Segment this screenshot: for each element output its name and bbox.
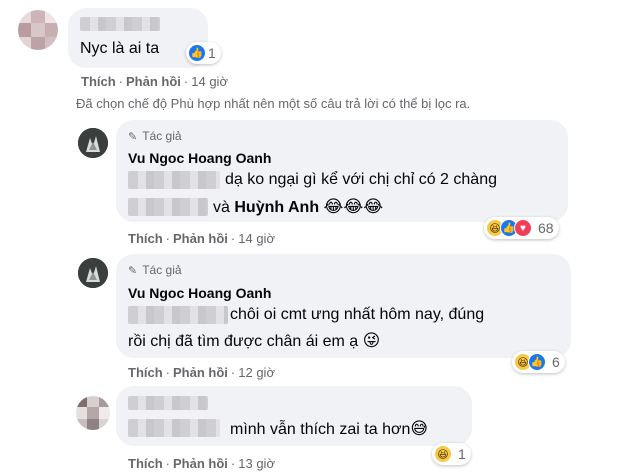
avatar[interactable] xyxy=(76,396,110,430)
timestamp[interactable]: 13 giờ xyxy=(238,456,275,471)
pencil-icon: ✎ xyxy=(128,264,138,277)
like-button[interactable]: Thích xyxy=(128,365,163,380)
reply-actions: Thích · Phản hồi · 14 giờ xyxy=(128,231,275,246)
love-reaction-icon: ♥ xyxy=(514,219,532,237)
timestamp[interactable]: 12 giờ xyxy=(238,365,275,380)
reply-actions: Thích · Phản hồi · 13 giờ xyxy=(128,456,275,471)
like-reaction-icon: 👍 xyxy=(188,44,206,62)
reply-text-line2: và Huỳnh Anh 😂😂😂 xyxy=(213,197,383,218)
reaction-count: 6 xyxy=(552,354,560,370)
reply-button[interactable]: Phản hồi xyxy=(173,231,228,246)
reply-text-line2: rồi chị đã tìm được chân ái em ạ 😜 xyxy=(128,331,380,352)
reply-text-body: rồi chị đã tìm được chân ái em ạ xyxy=(128,333,359,350)
haha-reaction-icon: 😆 xyxy=(434,445,452,463)
reaction-summary[interactable]: 😆 1 xyxy=(432,443,471,465)
reply-text: mình vẫn thích zai ta hơn😅 xyxy=(230,419,428,440)
timestamp[interactable]: 14 giờ xyxy=(191,74,228,89)
reply-button[interactable]: Phản hồi xyxy=(173,456,228,471)
like-button[interactable]: Thích xyxy=(128,231,163,246)
author-avatar[interactable] xyxy=(78,128,108,158)
like-button[interactable]: Thích xyxy=(81,74,116,89)
redacted-mention xyxy=(128,198,208,216)
redacted-mention xyxy=(128,171,220,189)
reply-text-line1: dạ ko ngại gì kể với chị chỉ có 2 chàng xyxy=(225,171,497,188)
author-avatar[interactable] xyxy=(78,258,108,288)
reaction-summary[interactable]: 😆 👍 6 xyxy=(512,351,565,373)
like-button[interactable]: Thích xyxy=(128,456,163,471)
redacted-mention xyxy=(128,419,220,437)
reaction-count: 1 xyxy=(458,446,466,462)
sweat-smile-emoji-icon: 😅 xyxy=(410,419,429,438)
author-name[interactable]: Vu Ngoc Hoang Oanh xyxy=(128,150,271,166)
reply-button[interactable]: Phản hồi xyxy=(173,365,228,380)
comment-actions: Thích · Phản hồi · 14 giờ xyxy=(81,74,228,89)
reply-text-body: mình vẫn thích zai ta hơn xyxy=(230,421,411,438)
winking-tongue-emoji-icon: 😜 xyxy=(362,331,381,350)
avatar[interactable] xyxy=(18,10,58,50)
author-badge: ✎ Tác giả xyxy=(128,263,182,277)
redacted-name xyxy=(80,17,160,31)
reply-actions: Thích · Phản hồi · 12 giờ xyxy=(128,365,275,380)
mention-link[interactable]: Huỳnh Anh xyxy=(234,199,319,216)
reply-text-prefix: và xyxy=(213,199,230,216)
reaction-count: 68 xyxy=(538,220,554,236)
reaction-summary[interactable]: 😆 👍 ♥ 68 xyxy=(484,217,559,239)
comment-text: Nyc là ai ta xyxy=(80,40,160,57)
pencil-icon: ✎ xyxy=(128,130,138,143)
author-badge-label: Tác giả xyxy=(142,129,182,143)
author-badge-label: Tác giả xyxy=(142,263,182,277)
reply-text-line1: chôi oi cmt ưng nhất hôm nay, đúng xyxy=(230,306,485,323)
avatar-image-icon xyxy=(78,128,108,158)
avatar-image-icon xyxy=(78,258,108,288)
timestamp[interactable]: 14 giờ xyxy=(238,231,275,246)
laughing-emoji-icon: 😂😂😂 xyxy=(323,197,384,216)
redacted-mention xyxy=(128,306,228,324)
reply-button[interactable]: Phản hồi xyxy=(126,74,181,89)
filter-notice: Đã chọn chế độ Phù hợp nhất nên một số c… xyxy=(76,96,471,111)
reaction-count: 1 xyxy=(208,45,216,61)
like-reaction-icon: 👍 xyxy=(528,353,546,371)
redacted-name xyxy=(128,396,208,410)
author-badge: ✎ Tác giả xyxy=(128,129,182,143)
author-name[interactable]: Vu Ngoc Hoang Oanh xyxy=(128,285,271,301)
reaction-summary[interactable]: 👍 1 xyxy=(186,42,221,64)
